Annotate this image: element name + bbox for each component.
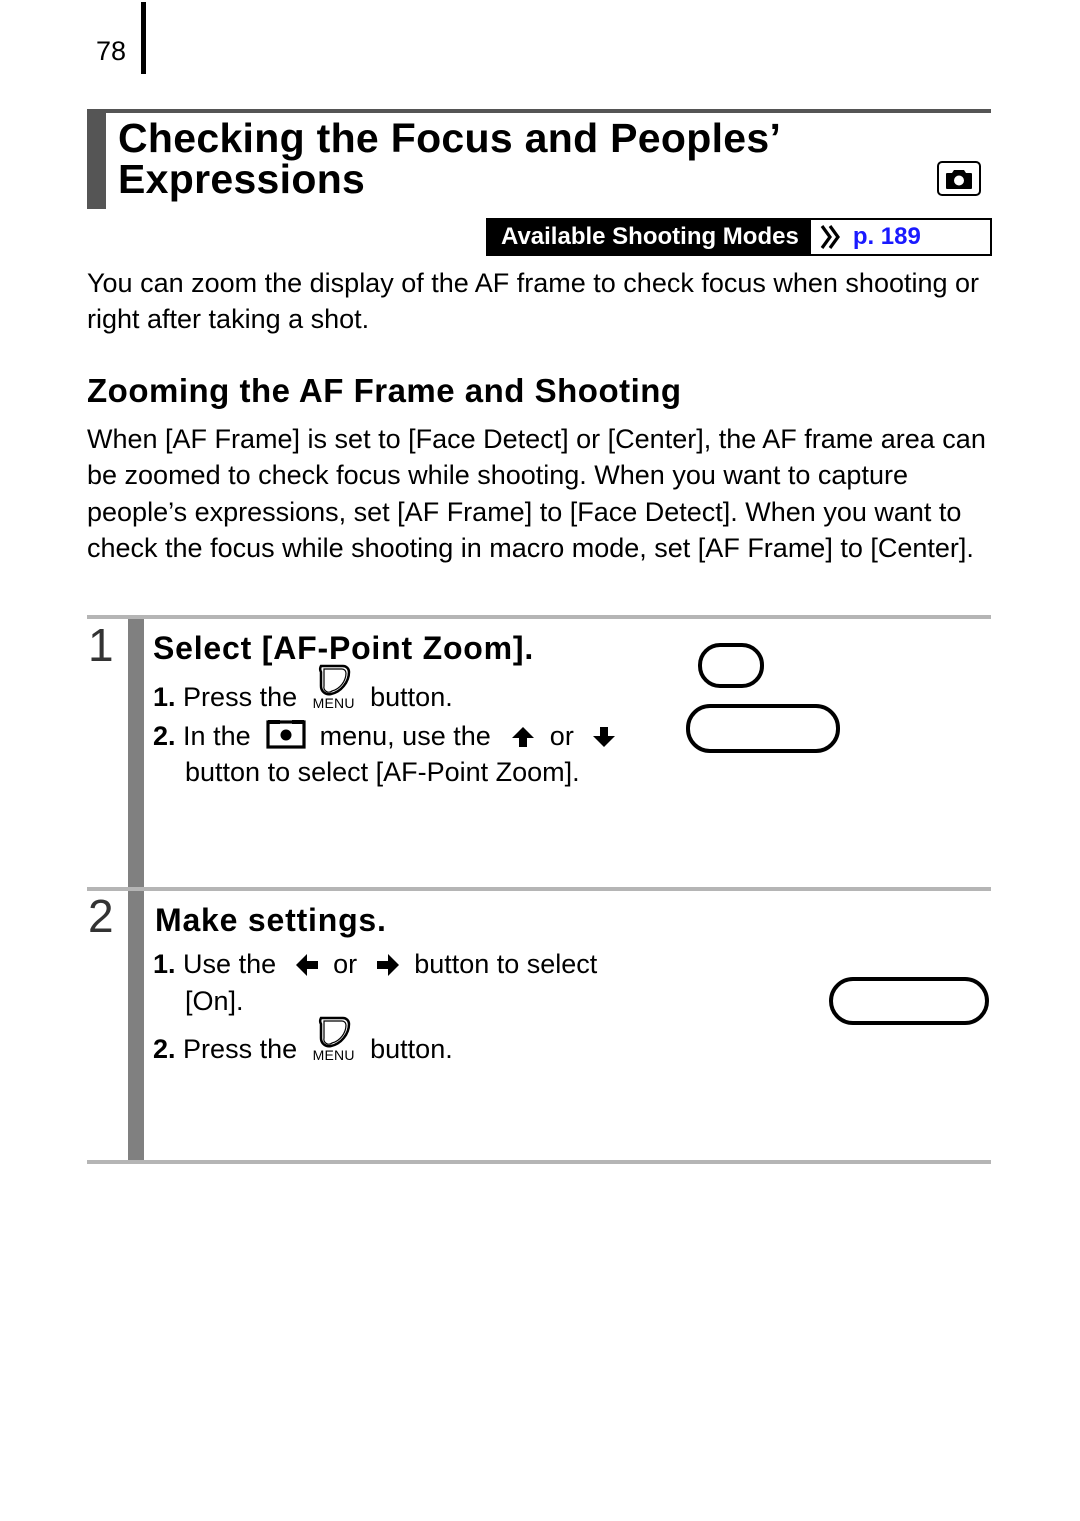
section-heading: Zooming the AF Frame and Shooting — [87, 372, 682, 409]
step-item: 1. Press the MENU button. — [153, 664, 453, 715]
step-item: 1. Use the or button to select — [153, 946, 597, 986]
step-divider — [87, 615, 991, 619]
item-text-continued: [On]. — [185, 986, 244, 1016]
shooting-mode-badge — [937, 161, 981, 196]
shooting-menu-icon — [266, 719, 306, 758]
item-number: 1. — [153, 682, 176, 712]
step-item: 2. In the menu, use the or — [153, 718, 617, 758]
page-reference-link[interactable]: p. 189 — [853, 223, 921, 251]
title-side-bar — [87, 113, 106, 209]
section-paragraph: When [AF Frame] is set to [Face Detect] … — [87, 424, 986, 563]
section-end-rule — [87, 1160, 991, 1164]
page-number-divider — [141, 2, 146, 74]
lcd-setting-graphic — [686, 704, 840, 753]
item-number: 1. — [153, 949, 176, 979]
menu-button-icon: MENU — [312, 664, 355, 711]
step-divider — [87, 887, 991, 891]
step-number: 1 — [88, 619, 114, 671]
item-text: or — [333, 949, 358, 979]
page-title-line1: Checking the Focus and Peoples’ — [118, 115, 782, 161]
intro-paragraph: You can zoom the display of the AF frame… — [87, 268, 980, 335]
page-title: Checking the Focus and Peoples’ Expressi… — [118, 118, 918, 200]
step-side-bar — [128, 619, 144, 887]
item-text: button. — [370, 1034, 453, 1064]
item-number: 2. — [153, 1034, 176, 1064]
item-text: button. — [370, 682, 453, 712]
step-number: 2 — [88, 890, 114, 942]
camera-icon — [946, 169, 972, 189]
title-rule — [87, 109, 991, 113]
lcd-menu-graphic — [698, 643, 764, 688]
menu-caption: MENU — [312, 1047, 355, 1063]
item-number: 2. — [153, 721, 176, 751]
arrow-up-icon — [510, 722, 536, 758]
page-number: 78 — [96, 36, 127, 66]
page-reference[interactable]: p. 189 — [811, 220, 990, 254]
available-shooting-modes-label: Available Shooting Modes — [488, 220, 811, 254]
page-title-line2: Expressions — [118, 156, 366, 202]
arrow-right-icon — [375, 950, 401, 986]
item-text: button to select — [414, 949, 598, 979]
menu-button-icon: MENU — [312, 1016, 355, 1063]
item-text: In the — [183, 721, 251, 751]
lcd-option-graphic — [829, 977, 989, 1025]
step-side-bar — [128, 891, 144, 1160]
arrow-left-icon — [294, 950, 320, 986]
available-shooting-modes: Available Shooting Modes p. 189 — [486, 218, 992, 256]
item-text: or — [549, 721, 574, 751]
item-text: menu, use the — [319, 721, 491, 751]
step-title: Make settings. — [155, 902, 387, 938]
menu-caption: MENU — [312, 695, 355, 711]
item-text: Use the — [183, 949, 277, 979]
item-text: Press the — [183, 1034, 298, 1064]
step-item: 2. Press the MENU button. — [153, 1016, 453, 1067]
arrow-down-icon — [591, 722, 617, 758]
double-chevron-right-icon — [820, 225, 840, 249]
item-text: Press the — [183, 682, 298, 712]
item-text-continued: button to select [AF-Point Zoom]. — [185, 757, 580, 787]
